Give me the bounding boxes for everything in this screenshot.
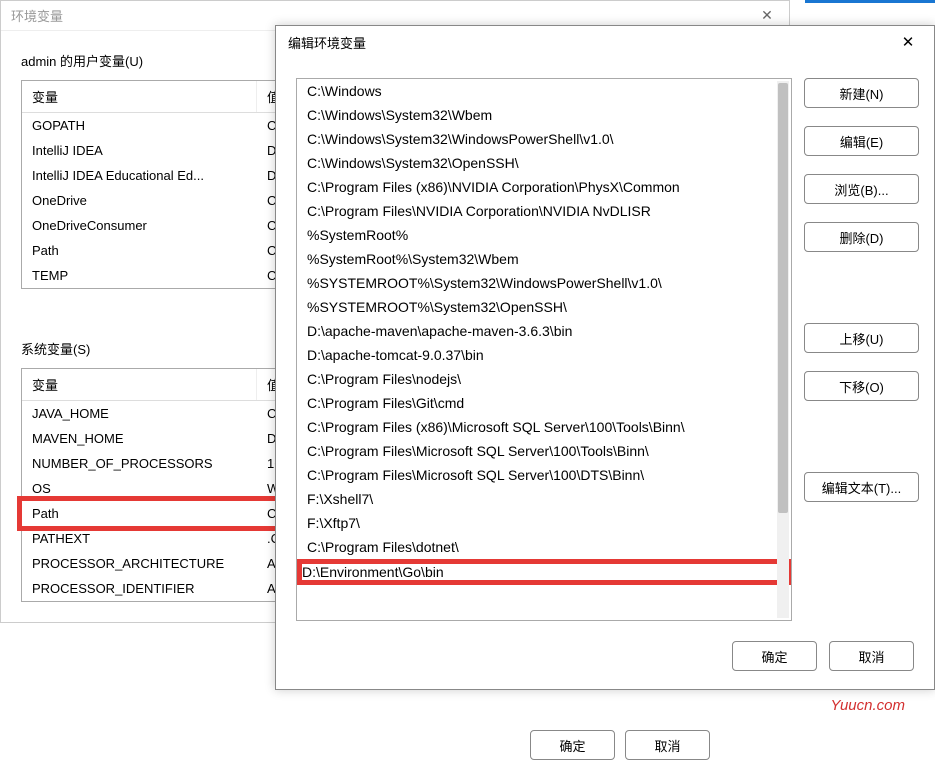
list-item[interactable]: %SYSTEMROOT%\System32\OpenSSH\: [297, 295, 791, 319]
list-item[interactable]: C:\Program Files\dotnet\: [297, 535, 791, 559]
dialog2-footer: 确定 取消: [276, 631, 934, 689]
move-down-button[interactable]: 下移(O): [804, 371, 919, 401]
var-name: JAVA_HOME: [22, 404, 257, 423]
dialog-title: 编辑环境变量: [288, 33, 366, 52]
ok-button[interactable]: 确定: [732, 641, 817, 671]
accent-line: [805, 0, 935, 3]
close-icon[interactable]: ✕: [755, 4, 779, 28]
list-item[interactable]: C:\Windows\System32\WindowsPowerShell\v1…: [297, 127, 791, 151]
move-up-button[interactable]: 上移(U): [804, 323, 919, 353]
list-item[interactable]: %SystemRoot%: [297, 223, 791, 247]
cancel-button[interactable]: 取消: [625, 730, 710, 760]
edit-env-var-dialog: 编辑环境变量 ✕ C:\WindowsC:\Windows\System32\W…: [275, 25, 935, 690]
var-name: TEMP: [22, 266, 257, 285]
list-item[interactable]: C:\Windows\System32\Wbem: [297, 103, 791, 127]
var-name: MAVEN_HOME: [22, 429, 257, 448]
var-name: PROCESSOR_IDENTIFIER: [22, 579, 257, 598]
list-item[interactable]: D:\apache-tomcat-9.0.37\bin: [297, 343, 791, 367]
edit-text-button[interactable]: 编辑文本(T)...: [804, 472, 919, 502]
list-item[interactable]: C:\Program Files\NVIDIA Corporation\NVID…: [297, 199, 791, 223]
cancel-button[interactable]: 取消: [829, 641, 914, 671]
new-button[interactable]: 新建(N): [804, 78, 919, 108]
var-name: OneDriveConsumer: [22, 216, 257, 235]
var-name: PROCESSOR_ARCHITECTURE: [22, 554, 257, 573]
col-variable: 变量: [22, 369, 257, 400]
var-name: OS: [22, 479, 257, 498]
var-name: Path: [22, 504, 257, 523]
scrollbar[interactable]: [777, 81, 789, 618]
list-item[interactable]: C:\Program Files (x86)\NVIDIA Corporatio…: [297, 175, 791, 199]
watermark: Yuucn.com: [831, 697, 905, 714]
list-item[interactable]: F:\Xftp7\: [297, 511, 791, 535]
list-item[interactable]: C:\Program Files\Microsoft SQL Server\10…: [297, 439, 791, 463]
list-item[interactable]: C:\Windows\System32\OpenSSH\: [297, 151, 791, 175]
edit-button[interactable]: 编辑(E): [804, 126, 919, 156]
browse-button[interactable]: 浏览(B)...: [804, 174, 919, 204]
var-name: IntelliJ IDEA: [22, 141, 257, 160]
dialog-title: 环境变量: [11, 6, 63, 25]
list-item[interactable]: C:\Windows: [297, 79, 791, 103]
list-item[interactable]: C:\Program Files (x86)\Microsoft SQL Ser…: [297, 415, 791, 439]
var-name: OneDrive: [22, 191, 257, 210]
list-item[interactable]: D:\Environment\Go\bin: [297, 559, 791, 585]
var-name: Path: [22, 241, 257, 260]
col-variable: 变量: [22, 81, 257, 112]
close-icon[interactable]: ✕: [894, 28, 922, 56]
list-item[interactable]: %SYSTEMROOT%\System32\WindowsPowerShell\…: [297, 271, 791, 295]
titlebar: 编辑环境变量 ✕: [276, 26, 934, 58]
list-item[interactable]: %SystemRoot%\System32\Wbem: [297, 247, 791, 271]
var-name: IntelliJ IDEA Educational Ed...: [22, 166, 257, 185]
list-item[interactable]: C:\Program Files\Git\cmd: [297, 391, 791, 415]
var-name: GOPATH: [22, 116, 257, 135]
ok-button[interactable]: 确定: [530, 730, 615, 760]
list-item[interactable]: F:\Xshell7\: [297, 487, 791, 511]
dialog1-footer: 确定 取消: [400, 710, 730, 770]
var-name: PATHEXT: [22, 529, 257, 548]
list-item[interactable]: C:\Program Files\nodejs\: [297, 367, 791, 391]
var-name: NUMBER_OF_PROCESSORS: [22, 454, 257, 473]
list-item[interactable]: C:\Program Files\Microsoft SQL Server\10…: [297, 463, 791, 487]
list-item[interactable]: D:\apache-maven\apache-maven-3.6.3\bin: [297, 319, 791, 343]
side-buttons: 新建(N) 编辑(E) 浏览(B)... 删除(D) 上移(U) 下移(O) 编…: [804, 78, 919, 621]
path-listbox[interactable]: C:\WindowsC:\Windows\System32\WbemC:\Win…: [296, 78, 792, 621]
delete-button[interactable]: 删除(D): [804, 222, 919, 252]
scrollbar-thumb[interactable]: [778, 83, 788, 513]
